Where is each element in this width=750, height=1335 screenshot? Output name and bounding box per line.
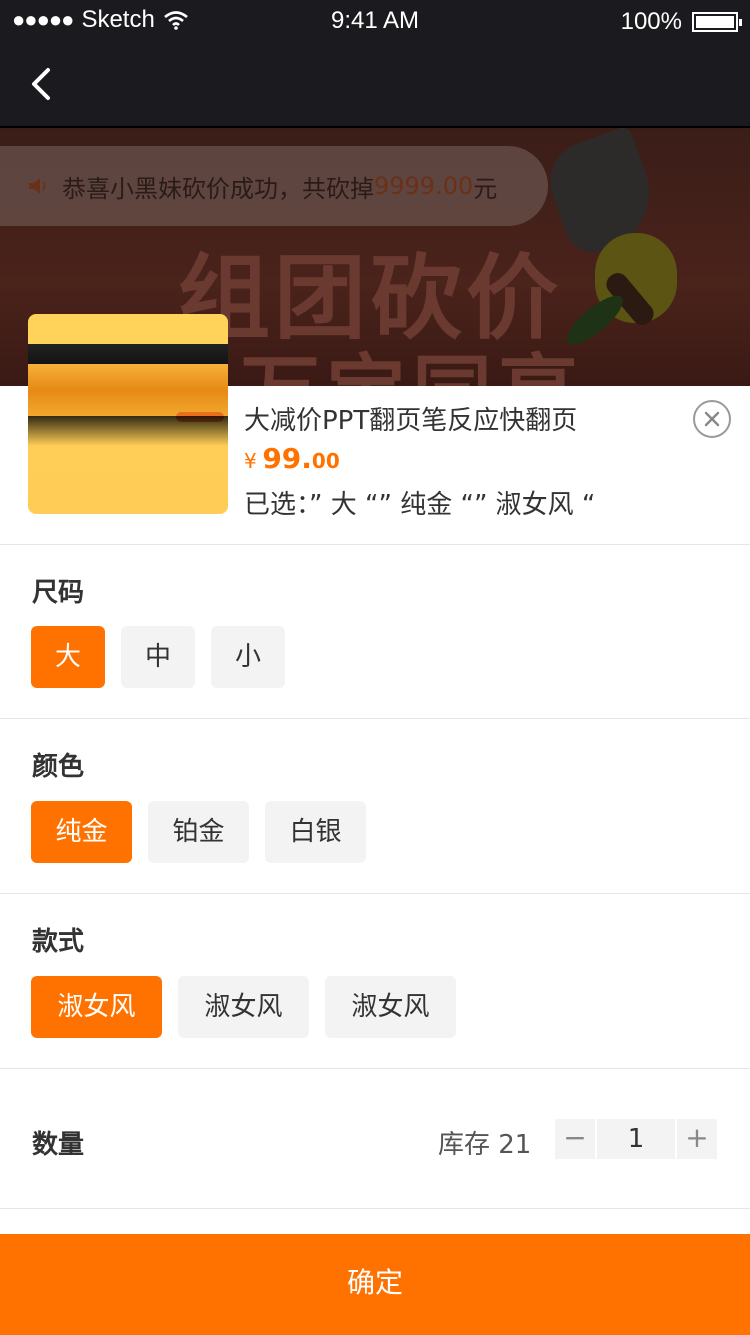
notice-amount: 9999.00 [374,172,474,200]
size-options: 大 中 小 [31,626,285,688]
divider [0,893,750,894]
stock-count: 库存 21 [438,1130,532,1160]
notice-text: 恭喜小黑妹砍价成功，共砍掉 [62,174,374,203]
back-icon[interactable] [24,64,64,104]
close-button[interactable] [693,400,731,438]
product-price: ¥ 99.00 [244,442,340,475]
color-options: 纯金 铂金 白银 [31,801,366,863]
size-option[interactable]: 中 [121,626,195,688]
selected-summary: 已选：” 大 “” 纯金 “” 淑女风 “ [244,490,596,520]
bargain-notice: 恭喜小黑妹砍价成功，共砍掉 9999.00 元 [0,146,548,226]
size-option[interactable]: 小 [211,626,285,688]
battery-percent: 100% [620,8,682,35]
quantity-label: 数量 [32,1130,85,1160]
battery-icon [692,12,742,32]
close-icon [704,411,720,427]
section-title-size: 尺码 [32,578,85,608]
divider [0,718,750,719]
style-option[interactable]: 淑女风 [178,976,309,1038]
style-option[interactable]: 淑女风 [325,976,456,1038]
divider [0,1208,750,1209]
divider [0,544,750,545]
product-photo-top [28,344,228,366]
status-bar: ●●●●● Sketch 9:41 AM 100% [0,0,750,40]
product-photo-body [28,364,228,416]
price-decimal: 00 [311,449,340,473]
confirm-button[interactable]: 确定 [0,1234,750,1335]
price-integer: 99. [262,442,312,475]
color-option[interactable]: 纯金 [31,801,132,863]
section-title-style: 款式 [32,927,85,957]
style-option[interactable]: 淑女风 [31,976,162,1038]
quantity-value[interactable]: 1 [597,1119,675,1159]
speaker-icon [29,178,46,194]
size-option[interactable]: 大 [31,626,105,688]
divider [0,1068,750,1069]
banner-subtitle: 万宝同享 [240,328,584,386]
color-option[interactable]: 白银 [265,801,366,863]
notice-unit: 元 [473,174,498,203]
increment-button[interactable]: + [677,1119,717,1159]
product-name: 大减价PPT翻页笔反应快翻页 [244,406,578,436]
product-image [28,314,228,514]
section-title-color: 颜色 [32,752,85,782]
color-option[interactable]: 铂金 [148,801,249,863]
product-photo-shadow [28,416,228,446]
status-right: 100% [620,8,742,36]
decrement-button[interactable]: − [555,1119,595,1159]
style-options: 淑女风 淑女风 淑女风 [31,976,456,1038]
price-currency: ¥ [244,449,257,473]
quantity-stepper: − 1 + [555,1119,717,1159]
nav-bar [0,40,750,128]
